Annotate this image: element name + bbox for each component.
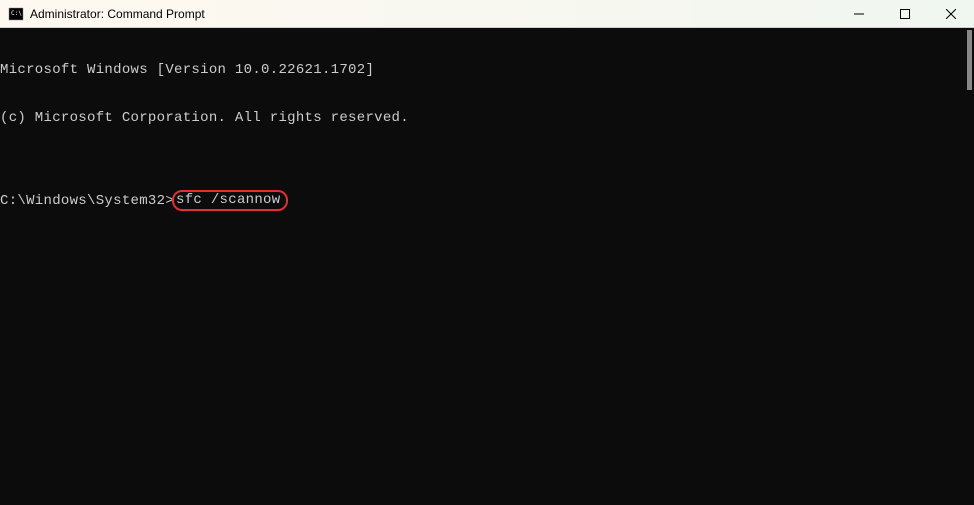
maximize-icon (900, 9, 910, 19)
scrollbar-thumb[interactable] (967, 30, 972, 90)
minimize-button[interactable] (836, 0, 882, 27)
cmd-icon: C:\ (8, 6, 24, 22)
terminal-area[interactable]: Microsoft Windows [Version 10.0.22621.17… (0, 28, 974, 505)
terminal-prompt-line: C:\Windows\System32>sfc /scannow (0, 190, 974, 211)
close-icon (946, 9, 956, 19)
terminal-output-line: Microsoft Windows [Version 10.0.22621.17… (0, 62, 974, 78)
minimize-icon (854, 9, 864, 19)
window-title: Administrator: Command Prompt (30, 7, 205, 21)
close-button[interactable] (928, 0, 974, 27)
command-highlight: sfc /scannow (172, 190, 288, 211)
maximize-button[interactable] (882, 0, 928, 27)
window-controls (836, 0, 974, 27)
window-titlebar: C:\ Administrator: Command Prompt (0, 0, 974, 28)
terminal-prompt: C:\Windows\System32> (0, 193, 174, 209)
svg-text:C:\: C:\ (11, 10, 22, 17)
terminal-output-line: (c) Microsoft Corporation. All rights re… (0, 110, 974, 126)
titlebar-left: C:\ Administrator: Command Prompt (8, 6, 205, 22)
terminal-command: sfc /scannow (176, 192, 280, 208)
